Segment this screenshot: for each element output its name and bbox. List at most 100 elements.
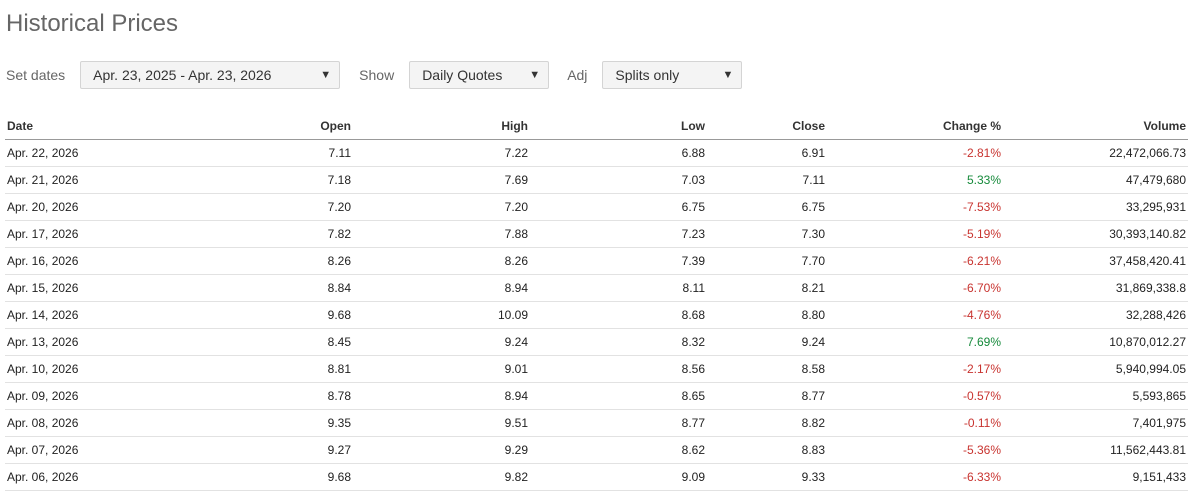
table-row: Apr. 06, 2026 9.68 9.82 9.09 9.33 -6.33% 9,151… [5, 463, 1188, 491]
volume-cell: 31,869,338.8 [1003, 274, 1188, 302]
change-cell: 7.69% [827, 328, 1003, 356]
low-cell: 8.62 [530, 436, 707, 464]
date-cell: Apr. 14, 2026 [5, 301, 181, 329]
open-cell: 7.20 [181, 193, 353, 221]
change-cell: -6.21% [827, 247, 1003, 275]
open-cell: 9.68 [181, 301, 353, 329]
volume-cell: 11,562,443.81 [1003, 436, 1188, 464]
volume-cell: 37,458,420.41 [1003, 247, 1188, 275]
table-row: Apr. 22, 2026 7.11 7.22 6.88 6.91 -2.81% 22,47… [5, 139, 1188, 167]
volume-cell: 5,940,994.05 [1003, 355, 1188, 383]
date-cell: Apr. 17, 2026 [5, 220, 181, 248]
volume-cell: 47,479,680 [1003, 166, 1188, 194]
volume-cell: 32,288,426 [1003, 301, 1188, 329]
close-cell: 8.80 [707, 301, 827, 329]
date-cell: Apr. 13, 2026 [5, 328, 181, 356]
change-cell: -5.36% [827, 436, 1003, 464]
table-row: Apr. 20, 2026 7.20 7.20 6.75 6.75 -7.53% 33,29… [5, 193, 1188, 221]
caret-down-icon: ▼ [320, 69, 332, 81]
column-header-change: Change % [827, 112, 1003, 140]
volume-cell: 22,472,066.73 [1003, 139, 1188, 167]
date-cell: Apr. 15, 2026 [5, 274, 181, 302]
high-cell: 8.94 [353, 382, 530, 410]
date-cell: Apr. 10, 2026 [5, 355, 181, 383]
high-cell: 7.88 [353, 220, 530, 248]
low-cell: 8.77 [530, 409, 707, 437]
table-header-row: Date Open High Low Close Change % Volume [5, 112, 1188, 140]
volume-cell: 5,593,865 [1003, 382, 1188, 410]
high-cell: 7.69 [353, 166, 530, 194]
change-cell: -7.53% [827, 193, 1003, 221]
close-cell: 6.91 [707, 139, 827, 167]
low-cell: 7.03 [530, 166, 707, 194]
date-cell: Apr. 06, 2026 [5, 463, 181, 491]
column-header-low: Low [530, 112, 707, 140]
open-cell: 9.68 [181, 463, 353, 491]
table-row: Apr. 17, 2026 7.82 7.88 7.23 7.30 -5.19% 30,39… [5, 220, 1188, 248]
volume-cell: 10,870,012.27 [1003, 328, 1188, 356]
table-row: Apr. 09, 2026 8.78 8.94 8.65 8.77 -0.57% 5,593… [5, 382, 1188, 410]
volume-cell: 30,393,140.82 [1003, 220, 1188, 248]
change-cell: -6.33% [827, 463, 1003, 491]
high-cell: 9.24 [353, 328, 530, 356]
change-cell: -2.17% [827, 355, 1003, 383]
open-cell: 9.35 [181, 409, 353, 437]
date-cell: Apr. 22, 2026 [5, 139, 181, 167]
historical-prices-page: Historical Prices Set dates Apr. 23, 202… [0, 0, 1193, 491]
close-cell: 8.77 [707, 382, 827, 410]
set-dates-label: Set dates [6, 67, 66, 83]
change-cell: -0.57% [827, 382, 1003, 410]
open-cell: 8.81 [181, 355, 353, 383]
date-cell: Apr. 21, 2026 [5, 166, 181, 194]
close-cell: 7.30 [707, 220, 827, 248]
column-header-date: Date [5, 112, 181, 140]
page-title: Historical Prices [6, 10, 179, 37]
adj-label: Adj [567, 67, 588, 83]
table-row: Apr. 16, 2026 8.26 8.26 7.39 7.70 -6.21% 37,45… [5, 247, 1188, 275]
open-cell: 8.45 [181, 328, 353, 356]
high-cell: 7.20 [353, 193, 530, 221]
open-cell: 8.84 [181, 274, 353, 302]
low-cell: 6.75 [530, 193, 707, 221]
low-cell: 8.32 [530, 328, 707, 356]
high-cell: 9.01 [353, 355, 530, 383]
volume-cell: 33,295,931 [1003, 193, 1188, 221]
open-cell: 7.82 [181, 220, 353, 248]
show-label: Show [359, 67, 395, 83]
low-cell: 9.09 [530, 463, 707, 491]
table-row: Apr. 08, 2026 9.35 9.51 8.77 8.82 -0.11% 7,401… [5, 409, 1188, 437]
column-header-open: Open [181, 112, 353, 140]
close-cell: 9.33 [707, 463, 827, 491]
low-cell: 8.68 [530, 301, 707, 329]
show-select[interactable]: Daily Quotes ▼ [409, 61, 550, 89]
date-cell: Apr. 16, 2026 [5, 247, 181, 275]
change-cell: -6.70% [827, 274, 1003, 302]
table-row: Apr. 10, 2026 8.81 9.01 8.56 8.58 -2.17% 5,940… [5, 355, 1188, 383]
high-cell: 9.51 [353, 409, 530, 437]
historical-prices-table: Date Open High Low Close Change % Volume… [5, 112, 1188, 491]
adj-value: Splits only [615, 67, 680, 83]
close-cell: 7.11 [707, 166, 827, 194]
date-range-select[interactable]: Apr. 23, 2025 - Apr. 23, 2026 ▼ [80, 61, 341, 89]
low-cell: 7.39 [530, 247, 707, 275]
table-row: Apr. 14, 2026 9.68 10.09 8.68 8.80 -4.76% 32,2… [5, 301, 1188, 329]
table-row: Apr. 15, 2026 8.84 8.94 8.11 8.21 -6.70% 31,86… [5, 274, 1188, 302]
high-cell: 7.22 [353, 139, 530, 167]
change-cell: -2.81% [827, 139, 1003, 167]
volume-cell: 9,151,433 [1003, 463, 1188, 491]
date-range-value: Apr. 23, 2025 - Apr. 23, 2026 [93, 67, 272, 83]
table-row: Apr. 13, 2026 8.45 9.24 8.32 9.24 7.69% 10,870… [5, 328, 1188, 356]
adj-select[interactable]: Splits only ▼ [602, 61, 743, 89]
change-cell: -4.76% [827, 301, 1003, 329]
column-header-high: High [353, 112, 530, 140]
high-cell: 9.29 [353, 436, 530, 464]
date-cell: Apr. 07, 2026 [5, 436, 181, 464]
column-header-close: Close [707, 112, 827, 140]
volume-cell: 7,401,975 [1003, 409, 1188, 437]
close-cell: 6.75 [707, 193, 827, 221]
filter-controls: Set dates Apr. 23, 2025 - Apr. 23, 2026 … [6, 60, 743, 90]
table-row: Apr. 07, 2026 9.27 9.29 8.62 8.83 -5.36% 11,56… [5, 436, 1188, 464]
open-cell: 9.27 [181, 436, 353, 464]
close-cell: 9.24 [707, 328, 827, 356]
open-cell: 8.26 [181, 247, 353, 275]
